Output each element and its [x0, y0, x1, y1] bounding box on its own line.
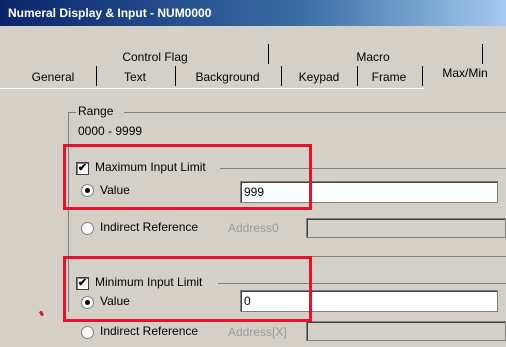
window-title-bar[interactable]: Numeral Display & Input - NUM0000 [0, 0, 506, 26]
range-group-border [68, 112, 76, 113]
tab-max-min[interactable]: Max/Min [424, 64, 506, 88]
tab-text[interactable]: Text [97, 68, 173, 86]
min-address-input[interactable] [306, 321, 506, 341]
max-limit-highlight-box [63, 144, 312, 210]
max-indirect-label: Indirect Reference [100, 220, 199, 234]
tab-panel-edge [0, 88, 424, 89]
min-limit-highlight-box [63, 256, 312, 322]
tab-background[interactable]: Background [176, 68, 279, 86]
max-indirect-radio[interactable] [81, 222, 94, 235]
min-indirect-label: Indirect Reference [100, 324, 199, 338]
max-address-label: Address0 [228, 221, 279, 235]
range-label: Range [78, 104, 114, 118]
max-address-input[interactable] [306, 218, 506, 238]
min-indirect-radio[interactable] [81, 326, 94, 339]
tab-keypad[interactable]: Keypad [282, 68, 356, 86]
min-address-label: Address[X] [228, 325, 287, 339]
range-group-border [124, 112, 506, 113]
tab-general[interactable]: General [14, 68, 92, 86]
window-title: Numeral Display & Input - NUM0000 [8, 6, 212, 20]
tab-divider [482, 44, 483, 64]
tab-control-flag[interactable]: Control Flag [70, 48, 240, 66]
tab-frame[interactable]: Frame [358, 68, 420, 86]
tab-divider [422, 66, 423, 86]
range-value: 0000 - 9999 [78, 124, 143, 138]
